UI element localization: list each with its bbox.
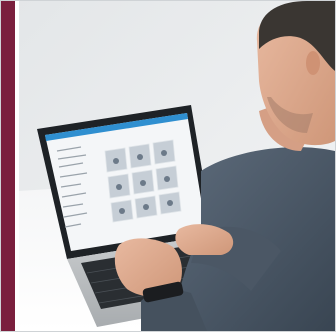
photo <box>1 1 335 331</box>
accent-strip <box>1 1 15 331</box>
person <box>256 1 335 151</box>
photo-frame <box>0 0 336 332</box>
